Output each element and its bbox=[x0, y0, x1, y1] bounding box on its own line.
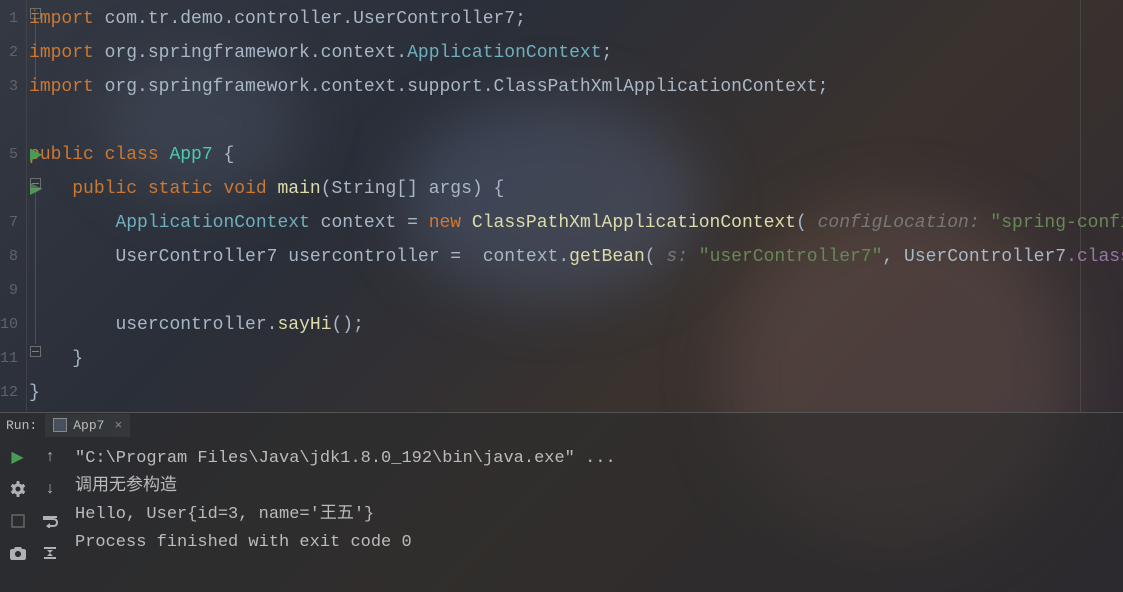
line-number: 12 bbox=[0, 376, 26, 410]
code-line: import org.springframework.context.suppo… bbox=[29, 70, 1123, 104]
run-panel-header: Run: App7 × bbox=[0, 411, 1123, 439]
fold-gutter bbox=[26, 0, 27, 412]
navigation-arrows: ↑ ↓ bbox=[35, 413, 65, 592]
settings-button[interactable] bbox=[6, 477, 30, 501]
line-number: 2 bbox=[0, 36, 26, 70]
console-line: Process finished with exit code 0 bbox=[75, 529, 1123, 557]
stop-button[interactable] bbox=[6, 509, 30, 533]
soft-wrap-button[interactable] bbox=[38, 509, 62, 533]
line-number: 3 bbox=[0, 70, 26, 104]
fold-toggle-icon[interactable] bbox=[30, 8, 41, 19]
line-gutter: 1 2 3 5 7 8 9 10 11 12 bbox=[0, 0, 26, 412]
scroll-button[interactable] bbox=[38, 541, 62, 565]
rerun-button[interactable]: ▶ bbox=[6, 445, 30, 469]
code-line: UserController7 usercontroller = context… bbox=[29, 240, 1123, 274]
console-output[interactable]: "C:\Program Files\Java\jdk1.8.0_192\bin\… bbox=[65, 413, 1123, 592]
code-line: } bbox=[29, 376, 1123, 410]
code-line: ApplicationContext context = new ClassPa… bbox=[29, 206, 1123, 240]
console-line: "C:\Program Files\Java\jdk1.8.0_192\bin\… bbox=[75, 445, 1123, 473]
camera-button[interactable] bbox=[6, 541, 30, 565]
code-line bbox=[29, 104, 1123, 138]
line-number: 7 bbox=[0, 206, 26, 240]
close-icon[interactable]: × bbox=[114, 418, 122, 433]
console-line: Hello, User{id=3, name='王五'} bbox=[75, 501, 1123, 529]
code-line: import com.tr.demo.controller.UserContro… bbox=[29, 2, 1123, 36]
line-number: 9 bbox=[0, 274, 26, 308]
line-number: 1 bbox=[0, 2, 26, 36]
up-arrow-button[interactable]: ↑ bbox=[38, 445, 62, 469]
run-tab-name: App7 bbox=[73, 418, 104, 433]
line-number: 5 bbox=[0, 138, 26, 172]
code-line: public class App7 { bbox=[29, 138, 1123, 172]
code-line: import org.springframework.context.Appli… bbox=[29, 36, 1123, 70]
line-number: 8 bbox=[0, 240, 26, 274]
fold-toggle-icon[interactable] bbox=[30, 178, 41, 189]
run-label: Run: bbox=[6, 418, 37, 433]
app-icon bbox=[53, 418, 67, 432]
down-arrow-button[interactable]: ↓ bbox=[38, 477, 62, 501]
code-line: public static void main(String[] args) { bbox=[29, 172, 1123, 206]
code-area[interactable]: import com.tr.demo.controller.UserContro… bbox=[27, 0, 1123, 412]
line-number bbox=[0, 172, 26, 206]
fold-toggle-icon[interactable] bbox=[30, 346, 41, 357]
code-line: usercontroller.sayHi(); bbox=[29, 308, 1123, 342]
code-line: } bbox=[29, 342, 1123, 376]
console-line: 调用无参构造 bbox=[75, 473, 1123, 501]
run-class-icon[interactable]: ▶ bbox=[30, 144, 42, 164]
code-editor[interactable]: 1 2 3 5 7 8 9 10 11 12 ▶ ▶ import com.tr… bbox=[0, 0, 1123, 412]
run-toolbar: ▶ bbox=[0, 413, 35, 592]
run-tab[interactable]: App7 × bbox=[45, 414, 130, 437]
run-panel: Run: App7 × ▶ ↑ ↓ "C:\Program Files\Java… bbox=[0, 412, 1123, 592]
line-number bbox=[0, 104, 26, 138]
line-number: 11 bbox=[0, 342, 26, 376]
code-line bbox=[29, 274, 1123, 308]
line-number: 10 bbox=[0, 308, 26, 342]
